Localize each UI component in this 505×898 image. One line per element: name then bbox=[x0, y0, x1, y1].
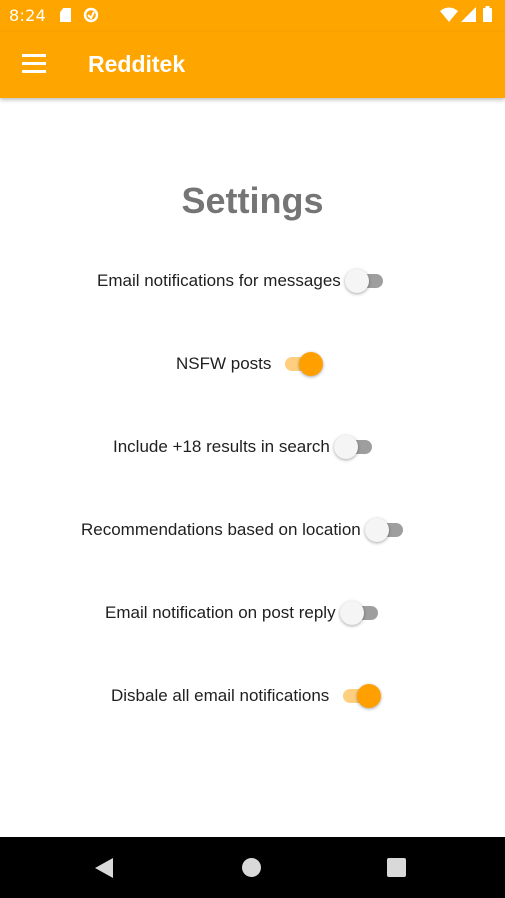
disable-email-toggle[interactable] bbox=[339, 683, 383, 709]
nsfw-posts-toggle[interactable] bbox=[281, 351, 325, 377]
setting-label: Disbale all email notifications bbox=[111, 686, 330, 705]
post-reply-toggle[interactable] bbox=[339, 600, 384, 626]
setting-row-post-reply: Email notification on post reply bbox=[105, 593, 384, 633]
setting-row-nsfw: NSFW posts bbox=[176, 344, 325, 384]
battery-icon bbox=[483, 6, 492, 22]
switch-thumb bbox=[339, 601, 364, 625]
screen: 8:24 Redditek Settings Email notificatio… bbox=[0, 0, 505, 898]
setting-label: Email notification on post reply bbox=[105, 603, 336, 622]
switch-thumb bbox=[364, 518, 389, 542]
status-bar: 8:24 bbox=[0, 0, 505, 32]
setting-label: Email notifications for messages bbox=[97, 271, 341, 290]
signal-icon bbox=[461, 7, 476, 22]
menu-icon[interactable] bbox=[22, 54, 46, 74]
status-time: 8:24 bbox=[9, 6, 47, 25]
recents-icon[interactable] bbox=[387, 858, 406, 877]
setting-row-include-18: Include +18 results in search bbox=[113, 427, 378, 467]
switch-thumb bbox=[344, 269, 369, 293]
switch-thumb bbox=[357, 684, 382, 708]
setting-label: Recommendations based on location bbox=[81, 520, 361, 539]
wifi-icon bbox=[440, 7, 458, 22]
back-icon[interactable] bbox=[95, 858, 113, 878]
recommendations-location-toggle[interactable] bbox=[364, 517, 409, 543]
setting-label: Include +18 results in search bbox=[113, 437, 330, 456]
sync-icon bbox=[83, 7, 99, 23]
email-messages-toggle[interactable] bbox=[344, 268, 389, 294]
app-title: Redditek bbox=[88, 51, 186, 77]
home-icon[interactable] bbox=[242, 858, 261, 877]
switch-thumb bbox=[299, 352, 324, 376]
navigation-bar bbox=[0, 837, 505, 898]
app-bar: Redditek bbox=[0, 32, 505, 98]
sd-card-icon bbox=[60, 8, 71, 22]
setting-label: NSFW posts bbox=[176, 354, 272, 373]
setting-row-recommendations: Recommendations based on location bbox=[81, 510, 409, 550]
switch-thumb bbox=[333, 435, 358, 459]
setting-row-disable-email: Disbale all email notifications bbox=[111, 676, 383, 716]
include-18-toggle[interactable] bbox=[333, 434, 378, 460]
setting-row-email-messages: Email notifications for messages bbox=[97, 261, 389, 301]
page-title: Settings bbox=[181, 180, 324, 221]
